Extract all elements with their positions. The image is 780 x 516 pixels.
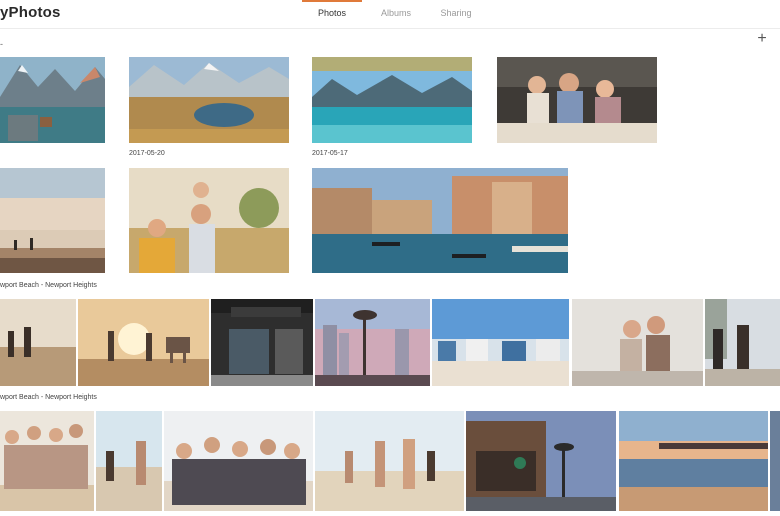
photo-starbucks-store[interactable] — [211, 299, 313, 386]
photo-palm-city[interactable] — [315, 299, 430, 386]
section-marker: - — [0, 39, 3, 49]
photo-beach-ball[interactable] — [96, 411, 162, 511]
photo-beach-party[interactable] — [315, 411, 464, 511]
photo-beach-sunset[interactable] — [0, 168, 105, 273]
photo-venice-canal[interactable] — [312, 168, 568, 273]
tab-albums[interactable]: Albums — [376, 0, 416, 26]
date-label: 2017-05-20 — [129, 150, 165, 157]
app-title: yPhotos — [0, 4, 61, 21]
photo-family-piggyback[interactable] — [129, 168, 289, 273]
photo-beach-houses[interactable] — [432, 299, 569, 386]
photo-turquoise-lake[interactable] — [312, 57, 472, 143]
add-button[interactable]: + — [752, 31, 772, 49]
tab-sharing[interactable]: Sharing — [436, 0, 476, 26]
photo-alpine-meadow-pond[interactable] — [129, 57, 289, 143]
photo-pier-sunset[interactable] — [619, 411, 768, 511]
photo-street-walkers[interactable] — [705, 299, 780, 386]
photo-beach-friends-1[interactable] — [0, 299, 76, 386]
place-label: wport Beach - Newport Heights — [0, 394, 97, 401]
photo-friends-selfie[interactable] — [572, 299, 703, 386]
photo-group-beach-1[interactable] — [0, 411, 94, 511]
photo-starbucks-night[interactable] — [466, 411, 616, 511]
photo-mountain-lake-dock[interactable] — [0, 57, 105, 143]
photo-group-cheer[interactable] — [164, 411, 313, 511]
tab-photos[interactable]: Photos — [300, 0, 364, 26]
photo-beach-lifeguard[interactable] — [78, 299, 209, 386]
photo-partial[interactable] — [770, 411, 780, 511]
photo-family-dinner[interactable] — [497, 57, 657, 143]
place-label: wport Beach - Newport Heights — [0, 282, 97, 289]
tab-bar: Photos Albums Sharing — [300, 0, 476, 26]
header-divider — [0, 28, 780, 29]
date-label: 2017-05-17 — [312, 150, 348, 157]
